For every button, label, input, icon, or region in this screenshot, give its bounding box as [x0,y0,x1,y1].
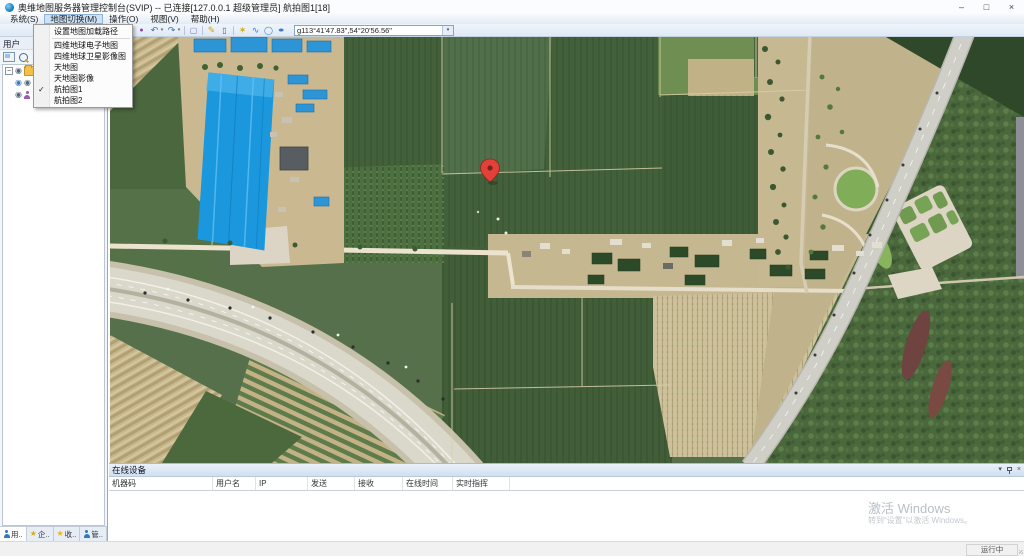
menu-map-switch[interactable]: 地图切换(M) [44,14,103,24]
col-received[interactable]: 接收 [355,477,403,490]
user-icon [3,530,10,538]
gear-node-icon: ◉ [24,79,31,87]
satellite-imagery [110,37,1024,463]
ellipse-tool-icon[interactable]: ● [278,25,285,36]
star-icon: ★ [56,530,63,538]
app-logo-icon [5,3,14,12]
panel-pin-icon[interactable] [1007,467,1012,474]
tab-label: 用.. [11,529,23,540]
menu-bar: 系统(S) 地图切换(M) 操作(O) 视图(V) 帮助(H) [0,14,1024,24]
menu-help[interactable]: 帮助(H) [185,14,226,24]
toolbar-separator [184,26,185,35]
import-icon[interactable] [3,52,15,62]
search-icon[interactable] [19,53,28,62]
col-username[interactable]: 用户名 [213,477,256,490]
col-online-time[interactable]: 在线时间 [403,477,453,490]
redo-icon[interactable]: ↷ [165,25,178,36]
col-ip[interactable]: IP [256,477,308,490]
status-bar: 运行中 [0,541,1024,555]
ruler-tool-icon[interactable]: ▯ [218,25,231,36]
star-tool-icon[interactable]: ✶ [236,25,249,36]
tab-label: 管.. [91,529,103,540]
tab-label: 企.. [38,529,50,540]
toolbar-separator [202,26,203,35]
panel-menu-icon[interactable]: ▾ [998,465,1002,475]
app-window: 奥维地图服务器管理控制台(SVIP) -- 已连接[127.0.0.1 超级管理… [0,0,1024,555]
col-realtime-command[interactable]: 实时指挥 [453,477,510,490]
map-viewport[interactable] [110,37,1024,463]
tab-enterprise[interactable]: ★ 企.. [27,527,54,541]
menu-operation[interactable]: 操作(O) [103,14,144,24]
user-sidebar: 用户 − ◉ ◉ ◉ ◉ 用.. [0,37,108,541]
admin-icon [83,530,90,538]
menu-item-tianditu-imagery[interactable]: 天地图影像 [34,73,132,84]
coordinate-combobox[interactable]: ▾ [294,25,454,36]
menu-item-siwei-satellite-map[interactable]: 四维地球卫星影像图 [34,51,132,62]
watermark-line1: 激活 Windows [868,501,972,516]
toolbar-separator [233,26,234,35]
pen-tool-icon[interactable]: ✎ [205,25,218,36]
tab-favorites[interactable]: ★ 收.. [54,527,81,541]
user-tree[interactable]: − ◉ ◉ ◉ ◉ [2,64,105,526]
badge-icon: ★ [30,530,37,538]
collapse-icon[interactable]: − [5,67,13,75]
devices-table-body[interactable]: 激活 Windows 转到“设置”以激活 Windows。 [109,491,1024,543]
menu-item-label: 航拍图1 [54,85,82,94]
devices-panel-title: 在线设备 [112,464,146,476]
circle-tool-icon[interactable]: ◯ [262,25,275,36]
minimize-button[interactable]: – [949,0,974,14]
close-button[interactable]: × [999,0,1024,14]
toolbar: ● ↶ ▾ ↷ ▾ ▢ ✎ ▯ ✶ ∿ ◯ ● ▾ [0,24,1024,37]
menu-view[interactable]: 视图(V) [144,14,184,24]
polyline-tool-icon[interactable]: ∿ [249,25,262,36]
menu-item-aerial-2[interactable]: 航拍图2 [34,95,132,106]
menu-item-tianditu[interactable]: 天地图 [34,62,132,73]
combo-dropdown-icon[interactable]: ▾ [442,26,453,35]
map-switch-menu: 设置地图加载路径 四维地球电子地图 四维地球卫星影像图 天地图 天地图影像 ✓ … [33,24,133,108]
panel-close-icon[interactable]: × [1017,465,1021,475]
col-machine-code[interactable]: 机器码 [109,477,213,490]
menu-system[interactable]: 系统(S) [4,14,44,24]
rect-tool-icon[interactable]: ▢ [187,25,200,36]
tab-users[interactable]: 用.. [0,527,27,541]
menu-item-aerial-1[interactable]: ✓ 航拍图1 [34,84,132,95]
devices-table-header: 机器码 用户名 IP 发送 接收 在线时间 实时指挥 [109,477,1024,491]
user-icon [24,91,31,99]
menu-item-set-map-path[interactable]: 设置地图加载路径 [34,26,132,37]
devices-panel-caption: 在线设备 ▾ × [109,464,1024,477]
tab-admin[interactable]: 管.. [80,527,107,541]
run-status: 运行中 [966,544,1018,556]
resize-grip-icon[interactable] [1019,550,1023,554]
globe-node-icon: ◉ [15,79,22,87]
tab-label: 收.. [65,529,77,540]
windows-activation-watermark: 激活 Windows 转到“设置”以激活 Windows。 [868,501,972,526]
check-icon: ✓ [38,84,45,95]
watermark-line2: 转到“设置”以激活 Windows。 [868,516,972,526]
maximize-button[interactable]: □ [974,0,999,14]
gear-node-icon: ◉ [15,91,22,99]
sidebar-tab-bar: 用.. ★ 企.. ★ 收.. 管.. [0,526,107,541]
menu-separator [52,38,130,39]
coordinate-input[interactable] [295,26,442,35]
window-title: 奥维地图服务器管理控制台(SVIP) -- 已连接[127.0.0.1 超级管理… [18,1,330,14]
gear-node-icon: ◉ [15,67,22,75]
col-sent[interactable]: 发送 [308,477,355,490]
undo-icon[interactable]: ↶ [148,25,161,36]
placemark-dot-icon[interactable]: ● [135,25,148,36]
title-bar: 奥维地图服务器管理控制台(SVIP) -- 已连接[127.0.0.1 超级管理… [0,0,1024,15]
menu-item-siwei-electronic-map[interactable]: 四维地球电子地图 [34,40,132,51]
online-devices-panel: 在线设备 ▾ × 机器码 用户名 IP 发送 接收 在线时间 实时指挥 激活 W… [109,463,1024,541]
